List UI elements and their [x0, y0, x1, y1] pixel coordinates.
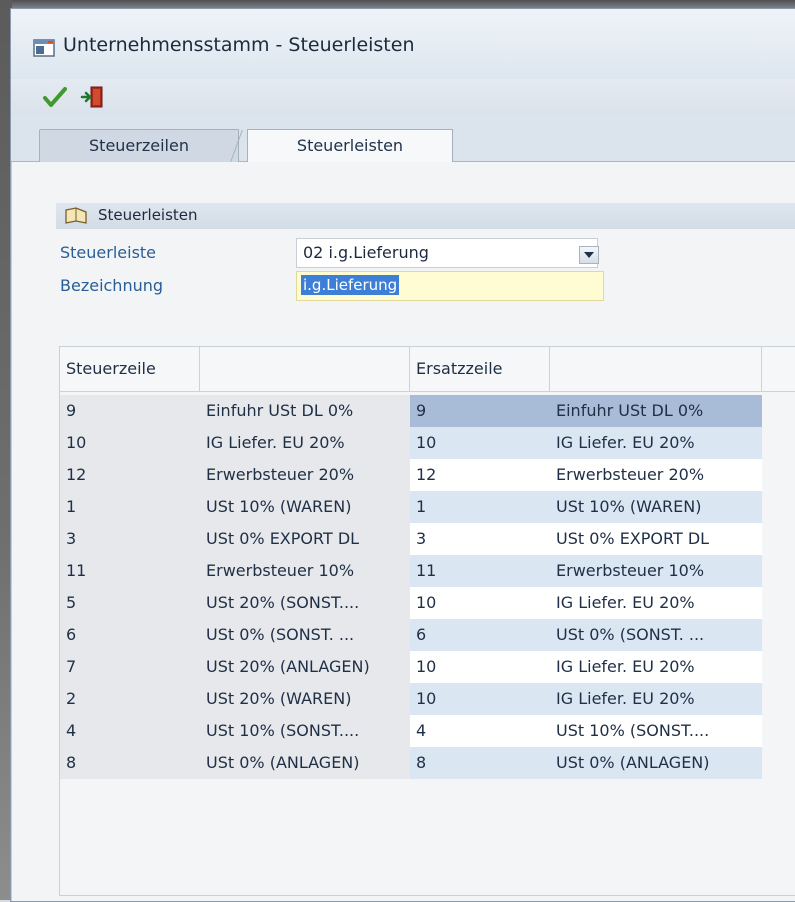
- header-ersatzzeile[interactable]: Ersatzzeile: [410, 347, 550, 391]
- steuerzeile-cell[interactable]: 1: [60, 491, 200, 523]
- steuerzeile-cell[interactable]: 11: [60, 555, 200, 587]
- header-steuerzeile[interactable]: Steuerzeile: [60, 347, 200, 391]
- table-row[interactable]: 9 Einfuhr USt DL 0% 9 Einfuhr USt DL 0%: [60, 395, 795, 427]
- header-ersatz-bezeichnung[interactable]: [550, 347, 762, 391]
- steuerleiste-select[interactable]: 02 i.g.Lieferung: [296, 238, 599, 268]
- steuer-bezeichnung-cell[interactable]: USt 10% (SONST....: [200, 715, 410, 747]
- ersatz-bezeichnung-cell[interactable]: USt 0% (SONST. ...: [550, 619, 762, 651]
- app-window: Unternehmensstamm - Steuerleisten Steuer…: [10, 8, 795, 902]
- ersatzzeile-cell[interactable]: 6: [410, 619, 550, 651]
- tab-steuerleisten[interactable]: Steuerleisten: [247, 129, 453, 163]
- window-icon: [33, 39, 55, 57]
- ersatzzeile-cell[interactable]: 10: [410, 651, 550, 683]
- steuer-bezeichnung-cell[interactable]: USt 20% (WAREN): [200, 683, 410, 715]
- table-row[interactable]: 5 USt 20% (SONST.... 10 IG Liefer. EU 20%: [60, 587, 795, 619]
- book-icon: [65, 207, 87, 224]
- bezeichnung-label: Bezeichnung: [60, 276, 164, 295]
- checkmark-icon[interactable]: [41, 83, 69, 111]
- tab-content: Steuerleisten Steuerleiste 02 i.g.Liefer…: [11, 162, 795, 901]
- ersatzzeile-cell[interactable]: 11: [410, 555, 550, 587]
- steuerzeile-cell[interactable]: 4: [60, 715, 200, 747]
- ersatzzeile-cell[interactable]: 10: [410, 587, 550, 619]
- header-steuer-bezeichnung[interactable]: [200, 347, 410, 391]
- table-row[interactable]: 10 IG Liefer. EU 20% 10 IG Liefer. EU 20%: [60, 427, 795, 459]
- ersatzzeile-cell[interactable]: 8: [410, 747, 550, 779]
- steuer-bezeichnung-cell[interactable]: IG Liefer. EU 20%: [200, 427, 410, 459]
- steuerzeile-cell[interactable]: 2: [60, 683, 200, 715]
- steuerzeile-cell[interactable]: 12: [60, 459, 200, 491]
- table-row[interactable]: 6 USt 0% (SONST. ... 6 USt 0% (SONST. ...: [60, 619, 795, 651]
- ersatz-bezeichnung-cell[interactable]: IG Liefer. EU 20%: [550, 427, 762, 459]
- table-row[interactable]: 7 USt 20% (ANLAGEN) 10 IG Liefer. EU 20%: [60, 651, 795, 683]
- ersatzzeile-cell[interactable]: 10: [410, 427, 550, 459]
- ersatzzeile-cell[interactable]: 12: [410, 459, 550, 491]
- table-row[interactable]: 11 Erwerbsteuer 10% 11 Erwerbsteuer 10%: [60, 555, 795, 587]
- steuer-bezeichnung-cell[interactable]: USt 0% (SONST. ...: [200, 619, 410, 651]
- steuer-bezeichnung-cell[interactable]: Erwerbsteuer 10%: [200, 555, 410, 587]
- ersatz-bezeichnung-cell[interactable]: USt 0% EXPORT DL: [550, 523, 762, 555]
- ersatzzeile-cell[interactable]: 9: [410, 395, 550, 427]
- ersatz-bezeichnung-cell[interactable]: IG Liefer. EU 20%: [550, 651, 762, 683]
- exit-door-icon[interactable]: [79, 83, 107, 111]
- ersatzzeile-cell[interactable]: 3: [410, 523, 550, 555]
- steuerzeile-cell[interactable]: 8: [60, 747, 200, 779]
- ersatz-bezeichnung-cell[interactable]: Erwerbsteuer 10%: [550, 555, 762, 587]
- field-steuerleiste: Steuerleiste 02 i.g.Lieferung: [56, 237, 795, 268]
- steuer-bezeichnung-cell[interactable]: USt 0% (ANLAGEN): [200, 747, 410, 779]
- steuer-bezeichnung-cell[interactable]: Erwerbsteuer 20%: [200, 459, 410, 491]
- ersatz-bezeichnung-cell[interactable]: USt 10% (SONST....: [550, 715, 762, 747]
- steuer-bezeichnung-cell[interactable]: USt 20% (SONST....: [200, 587, 410, 619]
- steuerleiste-value: 02 i.g.Lieferung: [303, 243, 429, 262]
- steuer-bezeichnung-cell[interactable]: USt 10% (WAREN): [200, 491, 410, 523]
- ersatz-bezeichnung-cell[interactable]: Erwerbsteuer 20%: [550, 459, 762, 491]
- field-bezeichnung: Bezeichnung i.g.Lieferung: [56, 270, 795, 301]
- ersatz-bezeichnung-cell[interactable]: Einfuhr USt DL 0%: [550, 395, 762, 427]
- ersatz-bezeichnung-cell[interactable]: USt 0% (ANLAGEN): [550, 747, 762, 779]
- steuerzeile-cell[interactable]: 9: [60, 395, 200, 427]
- ersatz-bezeichnung-cell[interactable]: IG Liefer. EU 20%: [550, 587, 762, 619]
- table-row[interactable]: 1 USt 10% (WAREN) 1 USt 10% (WAREN): [60, 491, 795, 523]
- ersatzzeile-cell[interactable]: 1: [410, 491, 550, 523]
- steuerzeile-cell[interactable]: 10: [60, 427, 200, 459]
- steuer-bezeichnung-cell[interactable]: USt 20% (ANLAGEN): [200, 651, 410, 683]
- ersatzzeile-cell[interactable]: 4: [410, 715, 550, 747]
- steuerzeile-cell[interactable]: 5: [60, 587, 200, 619]
- steuerzeile-cell[interactable]: 6: [60, 619, 200, 651]
- steuerzeile-cell[interactable]: 3: [60, 523, 200, 555]
- steuer-bezeichnung-cell[interactable]: Einfuhr USt DL 0%: [200, 395, 410, 427]
- ersatz-bezeichnung-cell[interactable]: IG Liefer. EU 20%: [550, 683, 762, 715]
- table-row[interactable]: 4 USt 10% (SONST.... 4 USt 10% (SONST....: [60, 715, 795, 747]
- ersatz-bezeichnung-cell[interactable]: USt 10% (WAREN): [550, 491, 762, 523]
- bezeichnung-value: i.g.Lieferung: [301, 275, 400, 295]
- tab-steuerzeilen[interactable]: Steuerzeilen: [39, 129, 239, 162]
- title-bar[interactable]: Unternehmensstamm - Steuerleisten: [11, 9, 795, 79]
- steuer-bezeichnung-cell[interactable]: USt 0% EXPORT DL: [200, 523, 410, 555]
- table-row[interactable]: 8 USt 0% (ANLAGEN) 8 USt 0% (ANLAGEN): [60, 747, 795, 779]
- group-header: Steuerleisten: [56, 203, 795, 229]
- window-title: Unternehmensstamm - Steuerleisten: [63, 34, 415, 56]
- ersatzzeile-cell[interactable]: 10: [410, 683, 550, 715]
- steuerleiste-label: Steuerleiste: [60, 243, 157, 262]
- table-row[interactable]: 12 Erwerbsteuer 20% 12 Erwerbsteuer 20%: [60, 459, 795, 491]
- table-row[interactable]: 2 USt 20% (WAREN) 10 IG Liefer. EU 20%: [60, 683, 795, 715]
- table-row[interactable]: 3 USt 0% EXPORT DL 3 USt 0% EXPORT DL: [60, 523, 795, 555]
- group-title: Steuerleisten: [98, 206, 198, 224]
- toolbar: [11, 79, 795, 115]
- steuerzeilen-grid: Steuerzeile Ersatzzeile 9 Einfuhr USt DL …: [59, 346, 795, 896]
- chevron-down-icon[interactable]: [579, 246, 599, 264]
- bezeichnung-input[interactable]: i.g.Lieferung: [296, 271, 604, 301]
- grid-header: Steuerzeile Ersatzzeile: [60, 347, 795, 392]
- steuerzeile-cell[interactable]: 7: [60, 651, 200, 683]
- tab-bar: Steuerzeilen Steuerleisten: [11, 115, 795, 163]
